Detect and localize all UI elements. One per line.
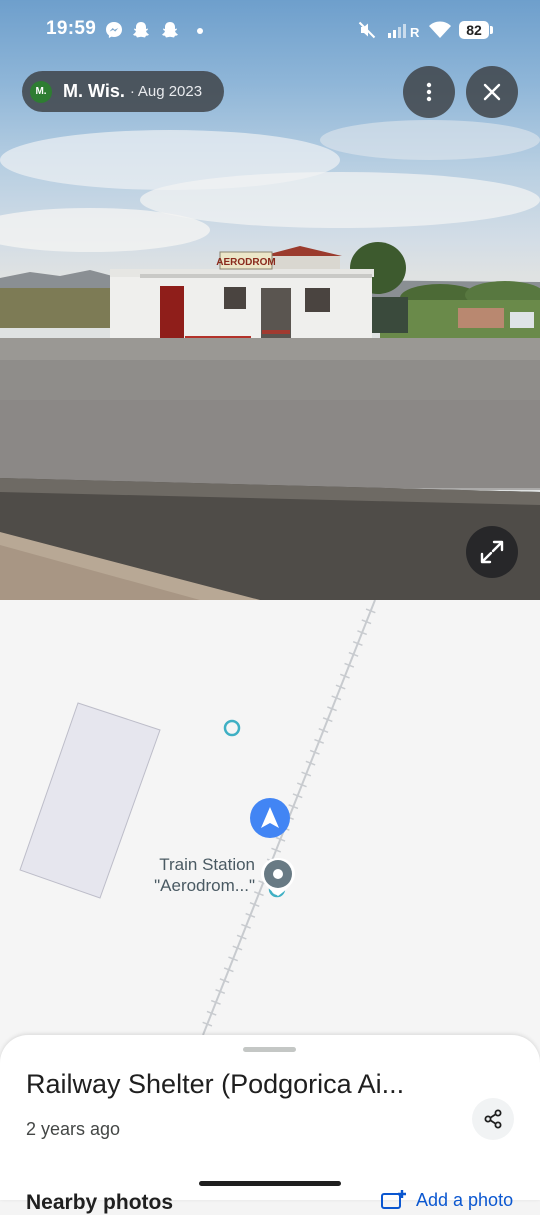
add-photo-icon	[381, 1190, 406, 1209]
place-pin-label[interactable]: Train Station "Aerodrom..."	[120, 854, 255, 896]
share-icon	[484, 1109, 502, 1129]
close-button[interactable]	[466, 66, 518, 118]
photo-age: 2 years ago	[26, 1119, 121, 1139]
avatar: M.	[30, 80, 52, 103]
status-time: 19:59	[46, 18, 97, 39]
section-heading: Nearby photos	[26, 1191, 174, 1214]
map-view[interactable]: Train Station "Aerodrom..."	[0, 600, 540, 1060]
street-view-photo[interactable]: AERODROM 19:59 R 82 M. M. Wis. · Aug 202…	[0, 0, 540, 600]
svg-text:R: R	[410, 25, 420, 40]
signal-icon: R	[388, 24, 420, 40]
photo-marker	[223, 719, 241, 737]
snapchat-icon	[133, 22, 149, 38]
expand-icon	[480, 540, 504, 564]
close-icon	[483, 83, 501, 101]
map-canvas	[19, 600, 376, 1036]
battery-icon: 82	[459, 21, 493, 39]
mute-icon	[358, 21, 376, 39]
gesture-nav-bar[interactable]	[199, 1181, 341, 1186]
notification-dot	[197, 28, 203, 34]
drag-handle[interactable]	[243, 1047, 296, 1052]
station-sign: AERODROM	[216, 257, 275, 268]
snapchat-icon	[162, 22, 178, 38]
place-bottom-sheet[interactable]: Railway Shelter (Podgorica Ai... 2 years…	[0, 1035, 540, 1214]
more-vert-icon	[426, 82, 432, 102]
place-title: Railway Shelter (Podgorica Ai...	[26, 1069, 405, 1099]
add-photo-label: Add a photo	[416, 1189, 514, 1210]
author-name: M. Wis.	[63, 81, 125, 101]
more-options-button[interactable]	[403, 66, 455, 118]
photo-date: Aug 2023	[137, 83, 203, 100]
status-bar: 19:59 R 82	[0, 0, 540, 60]
add-photo-button[interactable]: Add a photo	[380, 1188, 513, 1212]
place-pin-icon	[261, 858, 295, 896]
photo-author-chip[interactable]: M. M. Wis. · Aug 2023	[22, 71, 224, 112]
share-button[interactable]	[472, 1098, 514, 1140]
messenger-icon	[106, 22, 122, 38]
wifi-icon	[429, 21, 451, 38]
separator: ·	[129, 83, 135, 100]
fullscreen-button[interactable]	[466, 526, 518, 578]
